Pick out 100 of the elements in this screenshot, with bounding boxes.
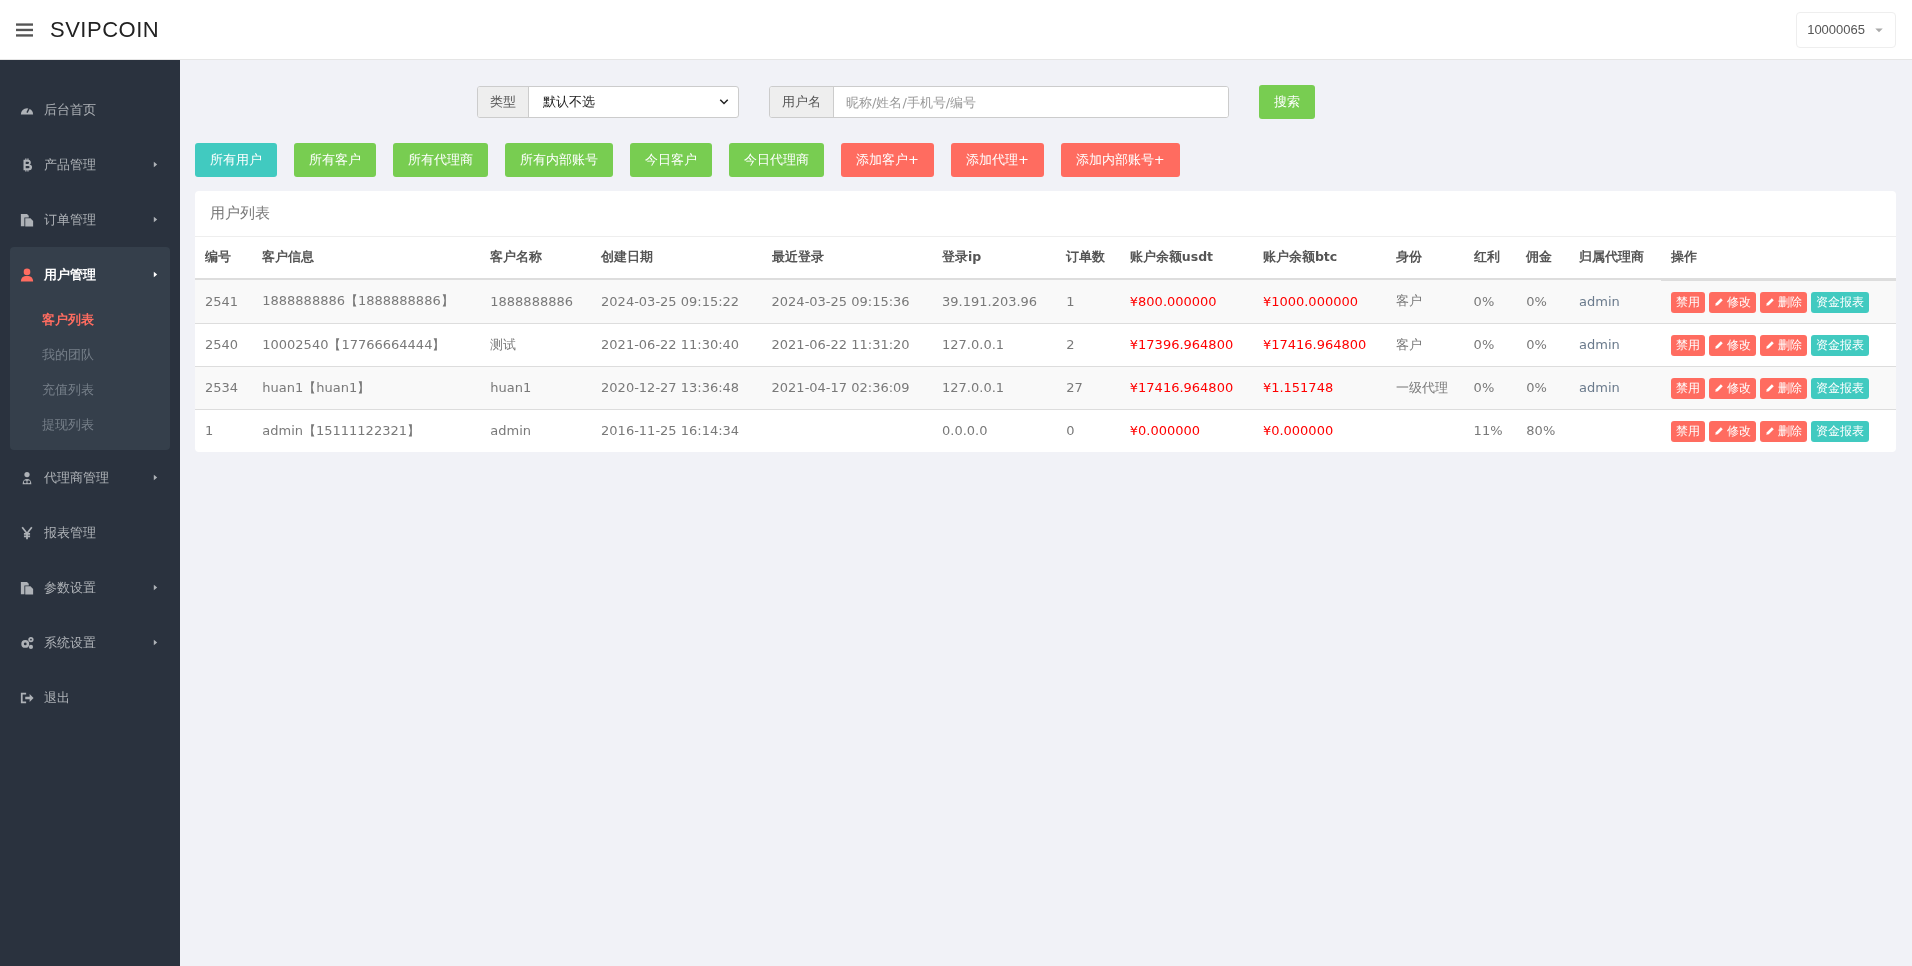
documents-icon — [20, 580, 34, 595]
sidebar-item[interactable]: 产品管理 — [10, 137, 170, 192]
pencil-icon — [1764, 340, 1775, 350]
panel-title: 用户列表 — [195, 191, 1896, 237]
filter-button[interactable]: 所有内部账号 — [505, 143, 613, 177]
user-dropdown[interactable]: 10000065 — [1796, 11, 1896, 48]
sidebar-item[interactable]: 代理商管理 — [10, 450, 170, 505]
table-cell: ¥17416.964800 — [1119, 366, 1253, 409]
filter-button[interactable]: 所有客户 — [294, 143, 376, 177]
action-button[interactable]: 禁用 — [1670, 377, 1705, 399]
table-cell: admin — [1569, 279, 1661, 323]
action-button[interactable]: 资金报表 — [1810, 291, 1869, 313]
table-cell: 0% — [1463, 279, 1517, 323]
sidebar-item[interactable]: 报表管理 — [10, 505, 170, 560]
brand-logo: SVIPCOIN — [50, 16, 160, 43]
table-cell: 0% — [1463, 366, 1517, 409]
table-cell: 2024-03-25 09:15:36 — [761, 279, 933, 323]
filter-button[interactable]: 添加代理+ — [950, 143, 1044, 177]
filter-button[interactable]: 添加内部账号+ — [1060, 143, 1180, 177]
action-button[interactable]: 删除 — [1759, 291, 1807, 313]
action-button[interactable]: 修改 — [1708, 377, 1756, 399]
caret-right-icon — [151, 473, 160, 482]
table-cell: 1888888886【1888888886】 — [252, 279, 481, 323]
sign-out-icon — [20, 690, 34, 705]
caret-right-icon — [151, 638, 160, 647]
action-button[interactable]: 删除 — [1759, 334, 1807, 356]
submenu-item[interactable]: 我的团队 — [10, 337, 170, 372]
yen-icon — [20, 525, 34, 540]
table-cell: 客户 — [1385, 279, 1464, 323]
table-cell: 2541 — [195, 279, 253, 323]
pencil-icon — [1764, 383, 1775, 393]
caret-right-icon — [151, 270, 160, 279]
table-cell: ¥1.151748 — [1252, 366, 1386, 409]
user-group-icon — [20, 470, 34, 485]
table-cell: ¥800.000000 — [1119, 279, 1253, 323]
type-select[interactable]: 类型 默认不选 — [477, 86, 739, 118]
pencil-icon — [1713, 297, 1724, 307]
sidebar-item[interactable]: 订单管理 — [10, 192, 170, 247]
submenu-item[interactable]: 充值列表 — [10, 372, 170, 407]
caret-right-icon — [151, 583, 160, 592]
action-button[interactable]: 禁用 — [1670, 420, 1705, 442]
action-button[interactable]: 禁用 — [1670, 334, 1705, 356]
documents-icon — [20, 212, 34, 227]
action-button[interactable]: 资金报表 — [1810, 420, 1869, 442]
table-cell: 80% — [1516, 409, 1570, 452]
action-button[interactable]: 修改 — [1708, 334, 1756, 356]
caret-right-icon — [151, 215, 160, 224]
gears-icon — [20, 635, 34, 650]
action-button[interactable]: 修改 — [1708, 291, 1756, 313]
table-cell: 1 — [1056, 279, 1120, 323]
filter-button[interactable]: 添加客户+ — [841, 143, 934, 177]
table-cell: 0 — [1056, 409, 1120, 452]
table-cell: 一级代理 — [1385, 366, 1464, 409]
table-cell: 0% — [1516, 279, 1570, 323]
search-field[interactable]: 用户名 昵称/姓名/手机号/编号 — [769, 86, 1229, 118]
user-icon — [20, 267, 34, 282]
table-cell: huan1【huan1】 — [252, 366, 481, 409]
action-button[interactable]: 资金报表 — [1810, 334, 1869, 356]
submenu-item[interactable]: 提现列表 — [10, 407, 170, 442]
action-button[interactable]: 资金报表 — [1810, 377, 1869, 399]
sidebar-item[interactable]: 用户管理 — [10, 247, 170, 302]
table-cell: ¥1000.000000 — [1252, 279, 1386, 323]
menu-icon[interactable] — [16, 22, 33, 37]
filter-button[interactable]: 今日代理商 — [729, 143, 824, 177]
table-cell: 2534 — [195, 366, 253, 409]
pencil-icon — [1713, 383, 1724, 393]
pencil-icon — [1764, 297, 1775, 307]
sidebar-item[interactable]: 后台首页 — [10, 82, 170, 137]
sidebar-item[interactable]: 系统设置 — [10, 615, 170, 670]
table-cell: 11% — [1463, 409, 1517, 452]
sidebar-item[interactable]: 参数设置 — [10, 560, 170, 615]
pencil-icon — [1713, 426, 1724, 436]
action-button[interactable]: 禁用 — [1670, 291, 1705, 313]
filter-button[interactable]: 今日客户 — [630, 143, 712, 177]
table-cell: 2020-12-27 13:36:48 — [591, 366, 762, 409]
caret-right-icon — [151, 160, 160, 169]
table-cell: 0% — [1516, 366, 1570, 409]
table-cell: huan1 — [480, 366, 592, 409]
pencil-icon — [1713, 340, 1724, 350]
filter-button[interactable]: 所有用户 — [195, 143, 277, 177]
table-cell: 1 — [195, 409, 253, 452]
table-cell: ¥0.000000 — [1119, 409, 1253, 452]
table-cell: admin — [480, 409, 592, 452]
table-cell: ¥0.000000 — [1252, 409, 1386, 452]
table-cell: admin【15111122321】 — [252, 409, 481, 452]
table-cell: 0.0.0.0 — [932, 409, 1057, 452]
sidebar-item[interactable]: 退出 — [10, 670, 170, 725]
table-cell: 39.191.203.96 — [932, 279, 1057, 323]
submenu-item[interactable]: 客户列表 — [10, 302, 170, 337]
table-cell: 2024-03-25 09:15:22 — [591, 279, 762, 323]
table-cell: admin — [1569, 366, 1661, 409]
table-cell: 27 — [1056, 366, 1120, 409]
filter-button[interactable]: 所有代理商 — [393, 143, 488, 177]
pencil-icon — [1764, 426, 1775, 436]
table-cell: 2021-04-17 02:36:09 — [761, 366, 933, 409]
action-button[interactable]: 删除 — [1759, 420, 1807, 442]
action-button[interactable]: 删除 — [1759, 377, 1807, 399]
search-button[interactable]: 搜索 — [1259, 85, 1315, 119]
table-cell: 2016-11-25 16:14:34 — [591, 409, 762, 452]
action-button[interactable]: 修改 — [1708, 420, 1756, 442]
